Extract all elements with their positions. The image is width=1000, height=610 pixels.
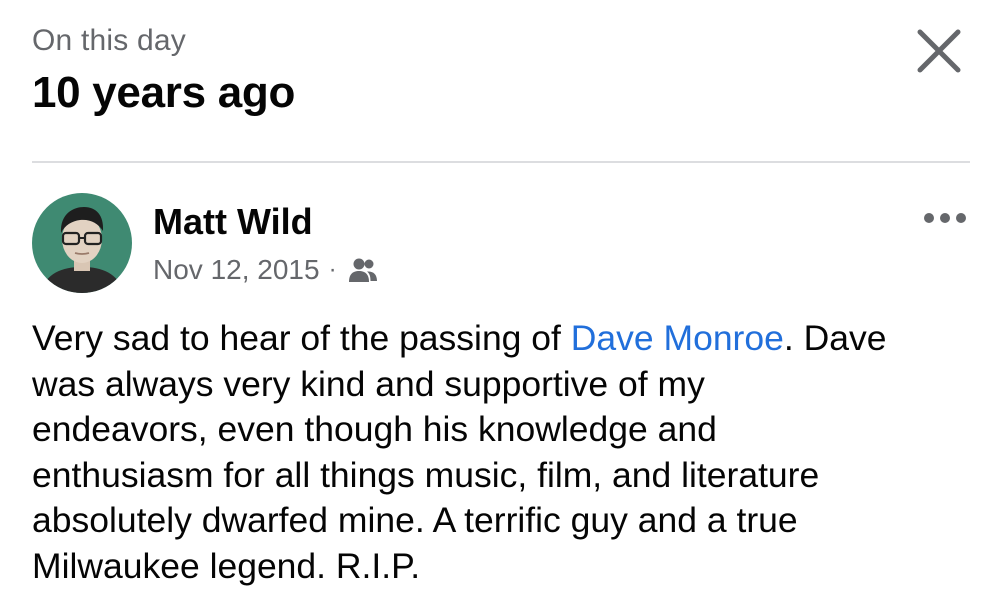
friends-icon[interactable] [347,256,379,284]
author-avatar[interactable] [32,193,132,293]
meta-separator: · [328,256,337,283]
post-date[interactable]: Nov 12, 2015 [153,254,320,286]
header-divider [32,161,970,163]
post-text-before: Very sad to hear of the passing of [32,318,571,358]
mention-link[interactable]: Dave Monroe [571,318,784,358]
post-body: Very sad to hear of the passing of Dave … [32,316,982,589]
close-icon[interactable] [914,26,964,76]
more-options-icon[interactable] [922,206,968,230]
post-text-after: . Dave was always very kind and supporti… [32,318,887,586]
memory-subtitle: On this day [32,24,186,57]
post-meta: Nov 12, 2015 · [153,252,379,288]
memory-header: On this day 10 years ago [32,22,295,120]
author-name[interactable]: Matt Wild [153,200,313,244]
memory-title: 10 years ago [32,68,296,117]
